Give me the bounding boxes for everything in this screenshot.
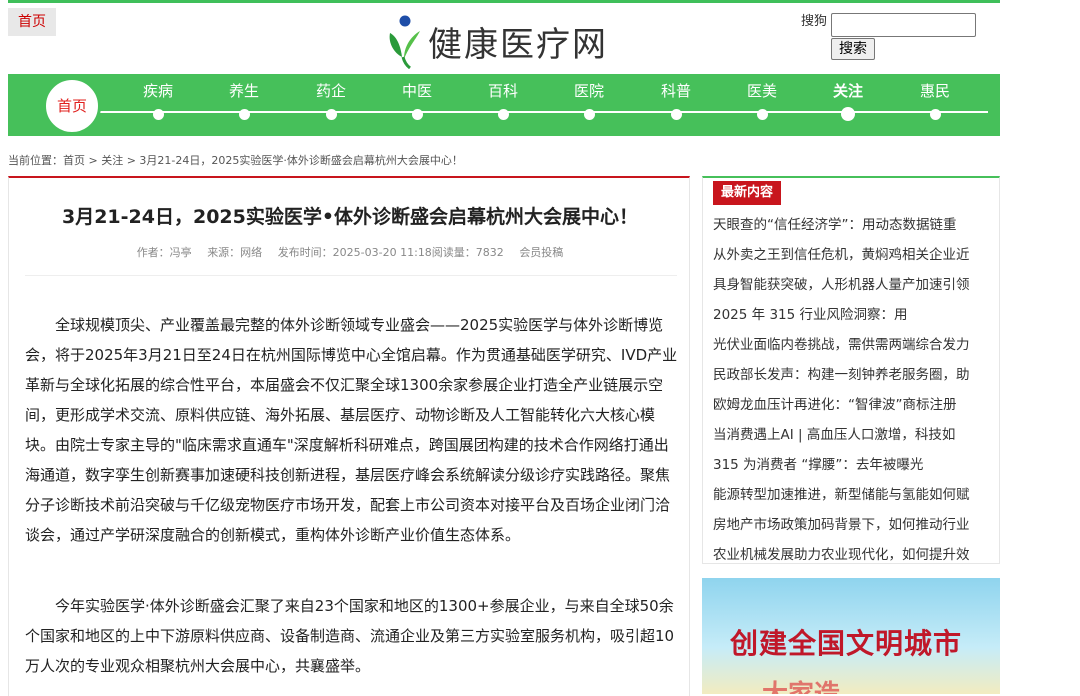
nav-label: 药企: [315, 82, 346, 100]
nav-item-guanzhu[interactable]: 关注: [818, 80, 878, 121]
nav-label: 医院: [573, 82, 604, 100]
nav-item-baike[interactable]: 百科: [473, 80, 533, 120]
nav-item-jibing[interactable]: 疾病: [128, 80, 188, 120]
article-source: 来源：网络: [207, 246, 263, 259]
nav-item-kepu[interactable]: 科普: [646, 80, 706, 120]
article-paragraph-2: 今年实验医学·体外诊断盛会汇聚了来自23个国家和地区的1300+参展企业，与来自…: [25, 597, 675, 675]
site-logo[interactable]: 健康医疗网: [384, 12, 616, 70]
main-nav: 首页 疾病 养生 药企 中医 百科 医院 科普 医美 关注 惠民: [8, 74, 1000, 136]
nav-dot: [841, 107, 855, 121]
nav-dot: [756, 109, 768, 120]
list-item[interactable]: 315 为消费者 “撑腰”：去年被曝光: [713, 450, 983, 480]
list-item[interactable]: 天眼查的“信任经济学”：用动态数据链重: [713, 210, 983, 240]
latest-sidebar: 最新内容 天眼查的“信任经济学”：用动态数据链重 从外卖之王到信任危机，黄焖鸡相…: [702, 176, 1000, 564]
list-item[interactable]: 能源转型加速推进，新型储能与氢能如何赋: [713, 480, 983, 510]
banner-line2: 大家造: [762, 674, 840, 694]
nav-label: 百科: [487, 82, 518, 100]
article-author: 作者：冯亭: [136, 246, 192, 259]
nav-label: 惠民: [919, 82, 950, 100]
nav-dot: [152, 109, 164, 120]
nav-item-yiyuan[interactable]: 医院: [559, 80, 619, 120]
leaf-logo-icon: [384, 13, 426, 70]
nav-item-yangsheng[interactable]: 养生: [214, 80, 274, 120]
divider: [25, 275, 677, 276]
banner-line1: 创建全国文明城市: [730, 627, 963, 660]
nav-label: 养生: [228, 82, 259, 100]
nav-item-yimei[interactable]: 医美: [732, 80, 792, 120]
sogou-image-alt: 搜狗: [801, 14, 828, 29]
top-accent-line: [8, 0, 1000, 3]
list-item[interactable]: 具身智能获突破，人形机器人量产加速引领: [713, 270, 983, 300]
nav-dot: [670, 109, 682, 120]
nav-item-yaoqi[interactable]: 药企: [301, 80, 361, 120]
nav-label: 中医: [401, 82, 432, 100]
article-panel: 3月21-24日，2025实验医学•体外诊断盛会启幕杭州大会展中心！ 作者：冯亭…: [8, 176, 690, 696]
article-time-views: 发布时间：2025-03-20 11:18阅读量：7832: [277, 246, 504, 259]
list-item[interactable]: 当消费遇上AI | 高血压人口激增，科技如: [713, 420, 983, 450]
search-input[interactable]: [831, 13, 976, 37]
sidebar-heading: 最新内容: [713, 181, 782, 205]
member-submit-link[interactable]: 会员投稿: [519, 246, 563, 259]
list-item[interactable]: 民政部长发声：构建一刻钟养老服务圈，助: [713, 360, 983, 390]
nav-label: 医美: [746, 82, 777, 100]
nav-dot: [929, 109, 941, 120]
nav-label: 科普: [660, 82, 691, 100]
nav-label: 疾病: [142, 82, 173, 100]
list-item[interactable]: 房地产市场政策加码背景下，如何推动行业: [713, 510, 983, 540]
list-item[interactable]: 2025 年 315 行业风险洞察：用: [713, 300, 983, 330]
nav-dot: [583, 109, 595, 120]
nav-dot: [325, 109, 337, 120]
civilization-banner[interactable]: 创建全国文明城市 大家造: [702, 578, 1000, 694]
nav-home[interactable]: 首页: [43, 77, 101, 135]
search-button[interactable]: 搜索: [831, 38, 875, 60]
list-item[interactable]: 欧姆龙血压计再进化：“智律波”商标注册: [713, 390, 983, 420]
article-meta: 作者：冯亭 来源：网络 发布时间：2025-03-20 11:18阅读量：783…: [9, 244, 691, 260]
nav-label: 关注: [832, 82, 863, 100]
article-title: 3月21-24日，2025实验医学•体外诊断盛会启幕杭州大会展中心！: [61, 206, 638, 228]
nav-dot: [411, 109, 423, 120]
nav-item-huimin[interactable]: 惠民: [905, 80, 965, 120]
nav-item-zhongyi[interactable]: 中医: [387, 80, 447, 120]
article-paragraph-1: 全球规模顶尖、产业覆盖最完整的体外诊断领域专业盛会——2025实验医学与体外诊断…: [25, 316, 678, 544]
nav-dot: [238, 109, 250, 120]
list-item[interactable]: 农业机械发展助力农业现代化，如何提升效: [713, 540, 983, 570]
latest-list: 天眼查的“信任经济学”：用动态数据链重 从外卖之王到信任危机，黄焖鸡相关企业近 …: [713, 210, 983, 570]
logo-text: 健康医疗网: [428, 24, 608, 65]
list-item[interactable]: 从外卖之王到信任危机，黄焖鸡相关企业近: [713, 240, 983, 270]
nav-dot: [497, 109, 509, 120]
home-link[interactable]: 首页: [8, 8, 56, 36]
breadcrumb[interactable]: 当前位置：首页 > 关注 > 3月21-24日，2025实验医学·体外诊断盛会启…: [8, 152, 463, 168]
list-item[interactable]: 光伏业面临内卷挑战，需供需两端综合发力: [713, 330, 983, 360]
